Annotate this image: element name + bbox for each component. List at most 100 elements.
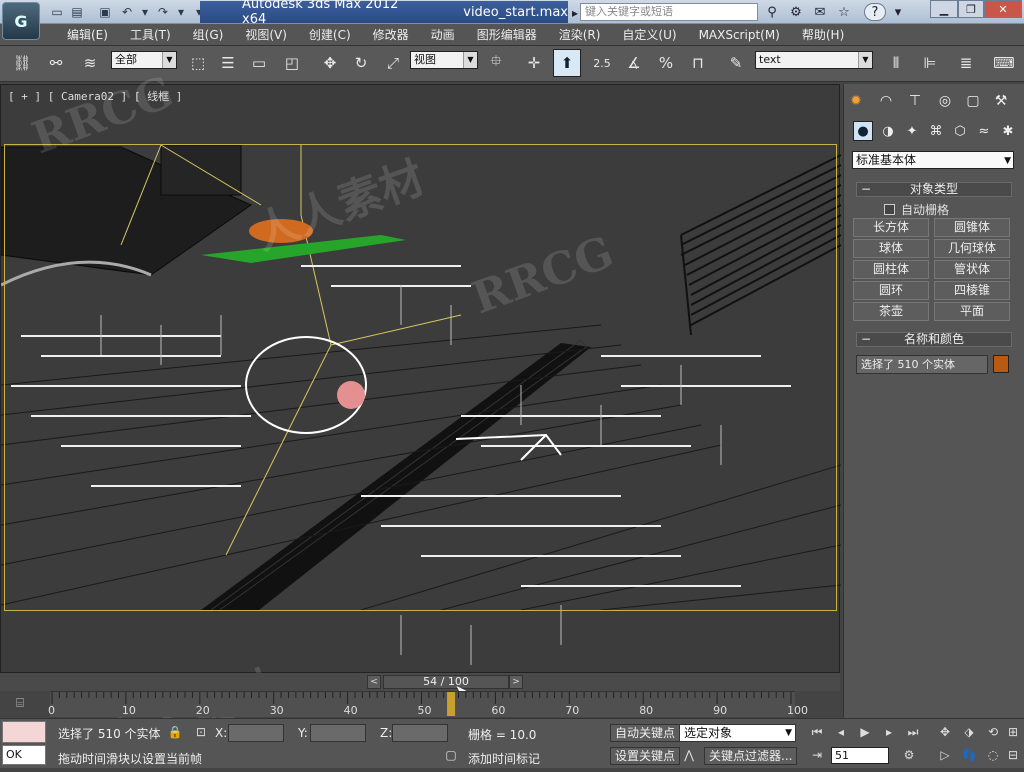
orbit-icon[interactable]: ⟲ — [982, 723, 1004, 741]
z-coordinate-field[interactable] — [392, 724, 448, 742]
layer-manager-icon[interactable]: ≣ — [954, 51, 978, 75]
name-color-rollout[interactable]: − 名称和颜色 — [856, 332, 1012, 347]
maximize-viewport-icon[interactable]: ⊞ — [1002, 723, 1024, 741]
add-time-tag-button[interactable]: 添加时间标记 — [468, 750, 540, 767]
undo-dropdown-icon[interactable]: ▾ — [136, 3, 154, 20]
menu-customize[interactable]: 自定义(U) — [611, 26, 687, 43]
key-tangent-icon[interactable]: ⋀ — [678, 746, 700, 764]
select-manipulate-icon[interactable]: ✛ — [522, 51, 546, 75]
viewport-shading-label[interactable]: [ 线框 ] — [134, 90, 183, 103]
help-icon[interactable]: ? — [864, 3, 886, 21]
zoom-extents-icon[interactable]: ⬗ — [958, 723, 980, 741]
maxscript-listener-output[interactable]: OK — [2, 745, 46, 765]
lights-icon[interactable]: ✦ — [902, 121, 922, 141]
select-scale-icon[interactable]: ⤢ — [381, 51, 405, 75]
geometry-icon[interactable]: ● — [853, 121, 873, 141]
systems-icon[interactable]: ✱ — [998, 121, 1018, 141]
helpers-icon[interactable]: ⬡ — [950, 121, 970, 141]
selection-filter-select[interactable]: 全部 ▼ — [111, 51, 177, 69]
display-tab-icon[interactable]: ▢ — [962, 90, 984, 112]
auto-key-button[interactable]: 自动关键点 — [610, 724, 681, 742]
menu-tools[interactable]: 工具(T) — [119, 26, 182, 43]
menu-maxscript[interactable]: MAXScript(M) — [688, 28, 791, 42]
pivot-center-icon[interactable]: ⯐ — [484, 51, 508, 75]
time-slider-thumb[interactable]: 54 / 100 — [383, 675, 509, 689]
rectangular-selection-icon[interactable]: ▭ — [247, 51, 271, 75]
percent-snap-icon[interactable]: % — [654, 51, 678, 75]
edit-named-selection-icon[interactable]: ✎ — [724, 51, 748, 75]
cone-button[interactable]: 圆锥体 — [934, 218, 1010, 237]
menu-help[interactable]: 帮助(H) — [791, 26, 855, 43]
viewport-label[interactable]: [ + ] [ Camera02 ] [ 线框 ] — [8, 88, 182, 104]
keyboard-shortcut-override-icon[interactable]: ⬆ — [553, 49, 581, 77]
mirror-icon[interactable]: ⫴ — [884, 51, 908, 75]
plane-button[interactable]: 平面 — [934, 302, 1010, 321]
min-max-toggle-icon[interactable]: ⊟ — [1002, 746, 1024, 764]
current-frame-spinner[interactable]: 51 — [831, 747, 889, 764]
key-filters-button[interactable]: 关键点过滤器... — [704, 747, 798, 765]
favorites-star-icon[interactable]: ☆ — [834, 3, 854, 21]
menu-modifiers[interactable]: 修改器 — [362, 26, 420, 43]
menu-edit[interactable]: 编辑(E) — [56, 26, 119, 43]
communication-center-icon[interactable]: ✉ — [810, 3, 830, 21]
time-slider-prev-icon[interactable]: < — [367, 675, 381, 689]
teapot-button[interactable]: 茶壶 — [853, 302, 929, 321]
menu-rendering[interactable]: 渲染(R) — [548, 26, 612, 43]
time-slider-next-icon[interactable]: > — [509, 675, 523, 689]
new-file-icon[interactable]: ▭ — [48, 3, 66, 20]
torus-button[interactable]: 圆环 — [853, 281, 929, 300]
y-coordinate-field[interactable] — [310, 724, 366, 742]
tube-button[interactable]: 管状体 — [934, 260, 1010, 279]
reference-coordinate-select[interactable]: 视图 ▼ — [410, 51, 478, 69]
cylinder-button[interactable]: 圆柱体 — [853, 260, 929, 279]
menu-create[interactable]: 创建(C) — [298, 26, 362, 43]
close-button[interactable]: ✕ — [984, 0, 1022, 18]
select-object-icon[interactable]: ⬚ — [186, 51, 210, 75]
object-name-field[interactable]: 选择了 510 个实体 — [856, 355, 988, 374]
hierarchy-tab-icon[interactable]: ⊤ — [904, 90, 926, 112]
select-rotate-icon[interactable]: ↻ — [349, 51, 373, 75]
object-type-rollout[interactable]: − 对象类型 — [856, 182, 1012, 197]
graphite-tools-icon[interactable]: ⌨ — [992, 51, 1016, 75]
space-warps-icon[interactable]: ≈ — [974, 121, 994, 141]
menu-graph-editors[interactable]: 图形编辑器 — [466, 26, 548, 43]
open-mini-curve-editor-icon[interactable]: ⌸ — [6, 696, 34, 714]
utilities-tab-icon[interactable]: ⚒ — [990, 90, 1012, 112]
angle-snap-icon[interactable]: ∡ — [622, 51, 646, 75]
undo-icon[interactable]: ↶ — [118, 3, 136, 20]
minimize-button[interactable]: ▁ — [930, 0, 958, 18]
time-configuration-icon[interactable]: ⚙ — [898, 746, 920, 764]
field-of-view-icon[interactable]: ▷ — [934, 746, 956, 764]
time-tag-icon[interactable]: ▢ — [440, 746, 462, 764]
lock-selection-icon[interactable]: 🔒 — [164, 723, 186, 741]
bind-space-warp-icon[interactable]: ≋ — [78, 51, 102, 75]
go-to-start-icon[interactable]: ⏮ — [806, 723, 828, 741]
named-selection-select[interactable]: text ▼ — [755, 51, 873, 69]
set-key-button[interactable]: 设置关键点 — [610, 747, 681, 765]
subscription-icon[interactable]: ⚙ — [786, 3, 806, 21]
help-dropdown-icon[interactable]: ▾ — [888, 3, 908, 21]
redo-icon[interactable]: ↷ — [154, 3, 172, 20]
object-color-swatch[interactable] — [993, 355, 1009, 373]
shapes-icon[interactable]: ◑ — [878, 121, 898, 141]
motion-tab-icon[interactable]: ◎ — [934, 90, 956, 112]
go-to-end-icon[interactable]: ⏭ — [902, 723, 924, 741]
sphere-button[interactable]: 球体 — [853, 239, 929, 258]
checkbox-box[interactable] — [884, 204, 895, 215]
menu-views[interactable]: 视图(V) — [234, 26, 298, 43]
viewport-menu-plus[interactable]: [ + ] — [8, 90, 41, 103]
create-tab-icon[interactable]: ✹ — [845, 90, 867, 112]
box-button[interactable]: 长方体 — [853, 218, 929, 237]
previous-frame-icon[interactable]: ◂ — [830, 723, 852, 741]
geosphere-button[interactable]: 几何球体 — [934, 239, 1010, 258]
app-menu-button[interactable]: G — [2, 2, 40, 40]
align-icon[interactable]: ⊫ — [918, 51, 942, 75]
object-category-select[interactable]: 标准基本体 ▼ — [852, 151, 1014, 169]
modify-tab-icon[interactable]: ◠ — [875, 90, 897, 112]
maxscript-listener-input[interactable] — [2, 721, 46, 743]
search-input[interactable]: 键入关键字或短语 — [580, 3, 758, 21]
binoculars-icon[interactable]: ⚲ — [762, 3, 782, 21]
spinner-snap-icon[interactable]: ⊓ — [686, 51, 710, 75]
select-by-name-icon[interactable]: ☰ — [216, 51, 240, 75]
open-file-icon[interactable]: ▤ — [68, 3, 86, 20]
